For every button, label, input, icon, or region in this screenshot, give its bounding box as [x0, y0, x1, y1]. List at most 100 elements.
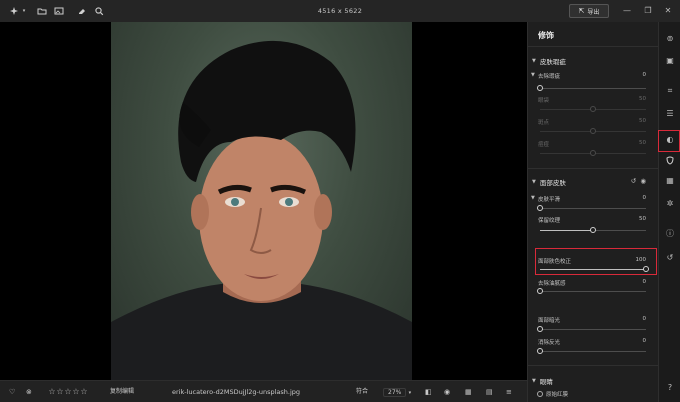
- heart-icon[interactable]: ♡: [9, 386, 15, 398]
- slider-label: 痘痘: [538, 142, 550, 148]
- slider-handle[interactable]: [537, 85, 543, 91]
- blemish-removal-slider[interactable]: [537, 85, 646, 91]
- chevron-down-icon: ▼: [532, 378, 536, 384]
- image-icon[interactable]: [53, 5, 65, 17]
- subsection-toggle[interactable]: ▼: [531, 195, 535, 201]
- star-icon[interactable]: ☆: [72, 386, 80, 398]
- eraser-icon[interactable]: [76, 5, 88, 17]
- reject-icon[interactable]: ⊗: [26, 386, 32, 398]
- top-bar: ▾ 4516 x 5622 ⇱ 导出 — ❐ ✕: [0, 0, 680, 22]
- copy-edit-button[interactable]: 复制编辑: [110, 386, 134, 398]
- export-label: 导出: [587, 8, 600, 16]
- zoom-value: 27%: [383, 388, 407, 397]
- history-icon[interactable]: ↺: [664, 252, 676, 264]
- slider-label: 去除油腻感: [538, 281, 566, 287]
- info-icon[interactable]: ⓘ: [664, 228, 676, 240]
- image-dimensions: 4516 x 5622: [317, 7, 363, 15]
- texture-slider[interactable]: [540, 227, 646, 233]
- slider-label: 保留纹理: [538, 218, 561, 224]
- help-icon[interactable]: ?: [664, 382, 676, 394]
- section-header-face-skin[interactable]: ▼ 面部皮肤: [532, 177, 566, 187]
- folder-icon[interactable]: [36, 5, 48, 17]
- chevron-down-icon: ▼: [531, 72, 535, 78]
- section-actions: ↺ ◉: [631, 177, 646, 185]
- fit-button[interactable]: 符合: [356, 386, 368, 398]
- slider-handle[interactable]: [537, 326, 543, 332]
- minimize-icon[interactable]: —: [621, 5, 633, 17]
- slider-label: 消除反光: [538, 340, 561, 346]
- retouch-face-icon[interactable]: [664, 154, 676, 166]
- highlight-frame: [535, 248, 657, 275]
- star-icon[interactable]: ☆: [80, 386, 88, 398]
- eye-icon[interactable]: ◉: [640, 177, 646, 185]
- slider-value: 0: [642, 338, 647, 344]
- effects-sparkle-icon[interactable]: ✲: [664, 198, 676, 210]
- slider-value: 50: [639, 118, 646, 124]
- compare-icon[interactable]: ◧: [425, 386, 432, 398]
- app-menu-chevron-icon[interactable]: ▾: [18, 5, 30, 17]
- slider-value: 0: [642, 72, 647, 78]
- chevron-down-icon: ▼: [531, 195, 535, 201]
- filmstrip-icon[interactable]: ▤: [486, 386, 493, 398]
- star-rating[interactable]: ☆☆☆☆☆: [48, 386, 88, 398]
- search-icon[interactable]: [93, 5, 105, 17]
- maximize-icon[interactable]: ❐: [642, 5, 654, 17]
- slider-handle[interactable]: [590, 227, 596, 233]
- oil-removal-slider[interactable]: [537, 288, 646, 294]
- eye-bag-slider[interactable]: [540, 106, 646, 112]
- spot-slider[interactable]: [540, 128, 646, 134]
- retouch-panel: 修饰 ▼ 皮肤瑕疵 ▼ 去除瑕疵 0 眼袋 50 斑点 50 痘痘 50 ▼ 面…: [527, 22, 659, 402]
- zoom-select[interactable]: 27% ▾: [383, 386, 411, 398]
- zoom-chevron-icon: ▾: [408, 390, 412, 396]
- slider-label: 眼袋: [538, 98, 550, 104]
- section-title: 皮肤瑕疵: [539, 58, 566, 66]
- slider-handle[interactable]: [537, 288, 543, 294]
- slider-handle[interactable]: [590, 106, 596, 112]
- divider: [528, 46, 659, 47]
- slider-label: 去除瑕疵: [538, 74, 561, 80]
- adjust-sliders-icon[interactable]: ☰: [664, 108, 676, 120]
- crop-icon[interactable]: ⌗: [664, 85, 676, 97]
- slider-value: 50: [639, 140, 646, 146]
- slider-handle[interactable]: [537, 348, 543, 354]
- section-title: 面部皮肤: [539, 179, 566, 187]
- bottom-bar: ♡ ⊗ ☆☆☆☆☆ 复制编辑 erik-lucatero-d2MSDujJl2g…: [0, 380, 527, 402]
- file-name: erik-lucatero-d2MSDujJl2g-unsplash.jpg: [172, 388, 301, 396]
- face-detect-icon[interactable]: ▣: [664, 55, 676, 67]
- face-dark-slider[interactable]: [537, 326, 646, 332]
- shine-removal-slider[interactable]: [537, 348, 646, 354]
- slider-handle[interactable]: [590, 128, 596, 134]
- slider-value: 0: [642, 316, 647, 322]
- skin-smoothing-slider[interactable]: [537, 205, 646, 211]
- subsection-toggle[interactable]: ▼: [531, 72, 535, 78]
- grid-view-icon[interactable]: ▦: [465, 386, 472, 398]
- chevron-down-icon: ▼: [532, 58, 536, 64]
- acne-slider[interactable]: [540, 150, 646, 156]
- layers-icon[interactable]: ⊚: [664, 33, 676, 45]
- star-icon[interactable]: ☆: [64, 386, 72, 398]
- image-canvas[interactable]: [0, 22, 527, 380]
- star-icon[interactable]: ☆: [56, 386, 64, 398]
- sort-icon[interactable]: ≡: [506, 386, 512, 398]
- slider-handle[interactable]: [537, 205, 543, 211]
- export-icon: ⇱: [578, 7, 585, 15]
- eye-icon[interactable]: ◉: [444, 386, 450, 398]
- portrait-illustration: [111, 40, 412, 380]
- panel-title: 修饰: [538, 31, 554, 40]
- export-button[interactable]: ⇱ 导出: [569, 4, 609, 18]
- tool-rail: ⊚ ▣ ⌗ ☰ ◐ ▦ ✲ ⓘ ↺ ?: [658, 22, 680, 402]
- section-header-eyes[interactable]: ▼ 眼睛: [532, 376, 553, 386]
- slider-value: 50: [639, 96, 646, 102]
- reset-icon[interactable]: ↺: [631, 177, 636, 185]
- star-icon[interactable]: ☆: [48, 386, 56, 398]
- divider: [528, 365, 659, 366]
- grid-tool-icon[interactable]: ▦: [664, 175, 676, 187]
- section-header-skin-blemish[interactable]: ▼ 皮肤瑕疵: [532, 56, 566, 66]
- slider-handle[interactable]: [590, 150, 596, 156]
- slider-label: 面部暗光: [538, 318, 561, 324]
- slider-value: 0: [642, 195, 647, 201]
- original-iris-option[interactable]: 原始红膜: [537, 390, 568, 398]
- slider-label: 斑点: [538, 120, 550, 126]
- slider-fill: [540, 230, 593, 231]
- close-icon[interactable]: ✕: [662, 5, 674, 17]
